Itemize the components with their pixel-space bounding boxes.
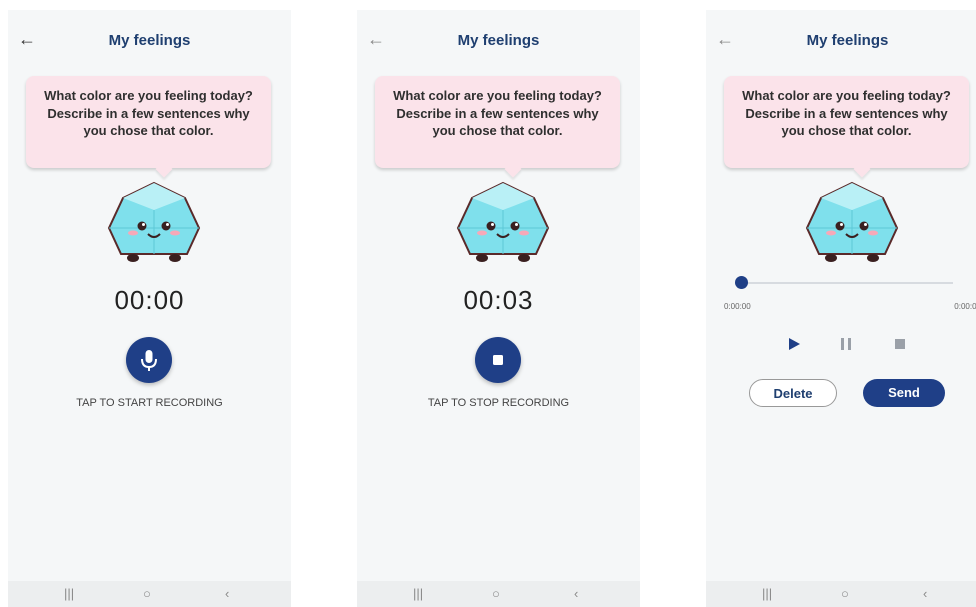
gem-mascot-icon [805, 181, 899, 262]
phone-screen-stop-recording: ← My feelings What color are you feeling… [357, 10, 640, 607]
recent-apps-icon[interactable]: ||| [762, 586, 772, 601]
bubble-tail [155, 160, 173, 178]
microphone-icon [141, 350, 157, 371]
bubble-tail [853, 160, 871, 178]
prompt-bubble: What color are you feeling today? Descri… [724, 76, 969, 178]
chevron-left-icon[interactable]: ‹ [923, 586, 927, 601]
recent-apps-icon[interactable]: ||| [64, 586, 74, 601]
send-button[interactable]: Send [863, 379, 945, 407]
prompt-bubble: What color are you feeling today? Descri… [26, 76, 271, 178]
home-icon[interactable]: ○ [492, 586, 500, 601]
recording-timer: 00:03 [463, 285, 534, 315]
stop-recording-button[interactable] [475, 337, 521, 383]
stop-icon [493, 355, 503, 365]
play-icon[interactable] [786, 336, 802, 352]
playback-position: 0:00:00 [724, 302, 751, 311]
recording-hint: TAP TO STOP RECORDING [427, 397, 570, 409]
delete-button[interactable]: Delete [749, 379, 837, 407]
page-title: My feelings [806, 32, 889, 49]
app-header: ← My feelings [8, 10, 291, 66]
recording-hint: TAP TO START RECORDING [76, 397, 223, 409]
recent-apps-icon[interactable]: ||| [413, 586, 423, 601]
prompt-text: What color are you feeling today? Descri… [742, 88, 951, 138]
chevron-left-icon[interactable]: ‹ [225, 586, 229, 601]
phone-screen-start-recording: ← My feelings What color are you feeling… [8, 10, 291, 607]
gem-mascot-icon [456, 181, 550, 262]
home-icon[interactable]: ○ [143, 586, 151, 601]
bubble-tail [504, 160, 522, 178]
stop-icon[interactable] [892, 336, 908, 352]
pause-icon[interactable] [838, 336, 854, 352]
system-nav-bar: ||| ○ ‹ [357, 581, 640, 607]
page-title: My feelings [108, 32, 191, 49]
phone-screen-playback: ← My feelings What color are you feeling… [706, 10, 976, 607]
prompt-text: What color are you feeling today? Descri… [44, 88, 253, 138]
playback-duration: 0:00:00 [954, 302, 976, 311]
system-nav-bar: ||| ○ ‹ [706, 581, 976, 607]
system-nav-bar: ||| ○ ‹ [8, 581, 291, 607]
gem-mascot-icon [107, 181, 201, 262]
app-header: ← My feelings [357, 10, 640, 66]
recording-timer: 00:00 [114, 285, 185, 315]
page-title: My feelings [457, 32, 540, 49]
record-button[interactable] [126, 337, 172, 383]
seek-bar[interactable] [738, 282, 953, 284]
prompt-text: What color are you feeling today? Descri… [393, 88, 602, 138]
chevron-left-icon[interactable]: ‹ [574, 586, 578, 601]
seek-thumb[interactable] [735, 276, 748, 289]
home-icon[interactable]: ○ [841, 586, 849, 601]
app-header: ← My feelings [706, 10, 976, 66]
prompt-bubble: What color are you feeling today? Descri… [375, 76, 620, 178]
